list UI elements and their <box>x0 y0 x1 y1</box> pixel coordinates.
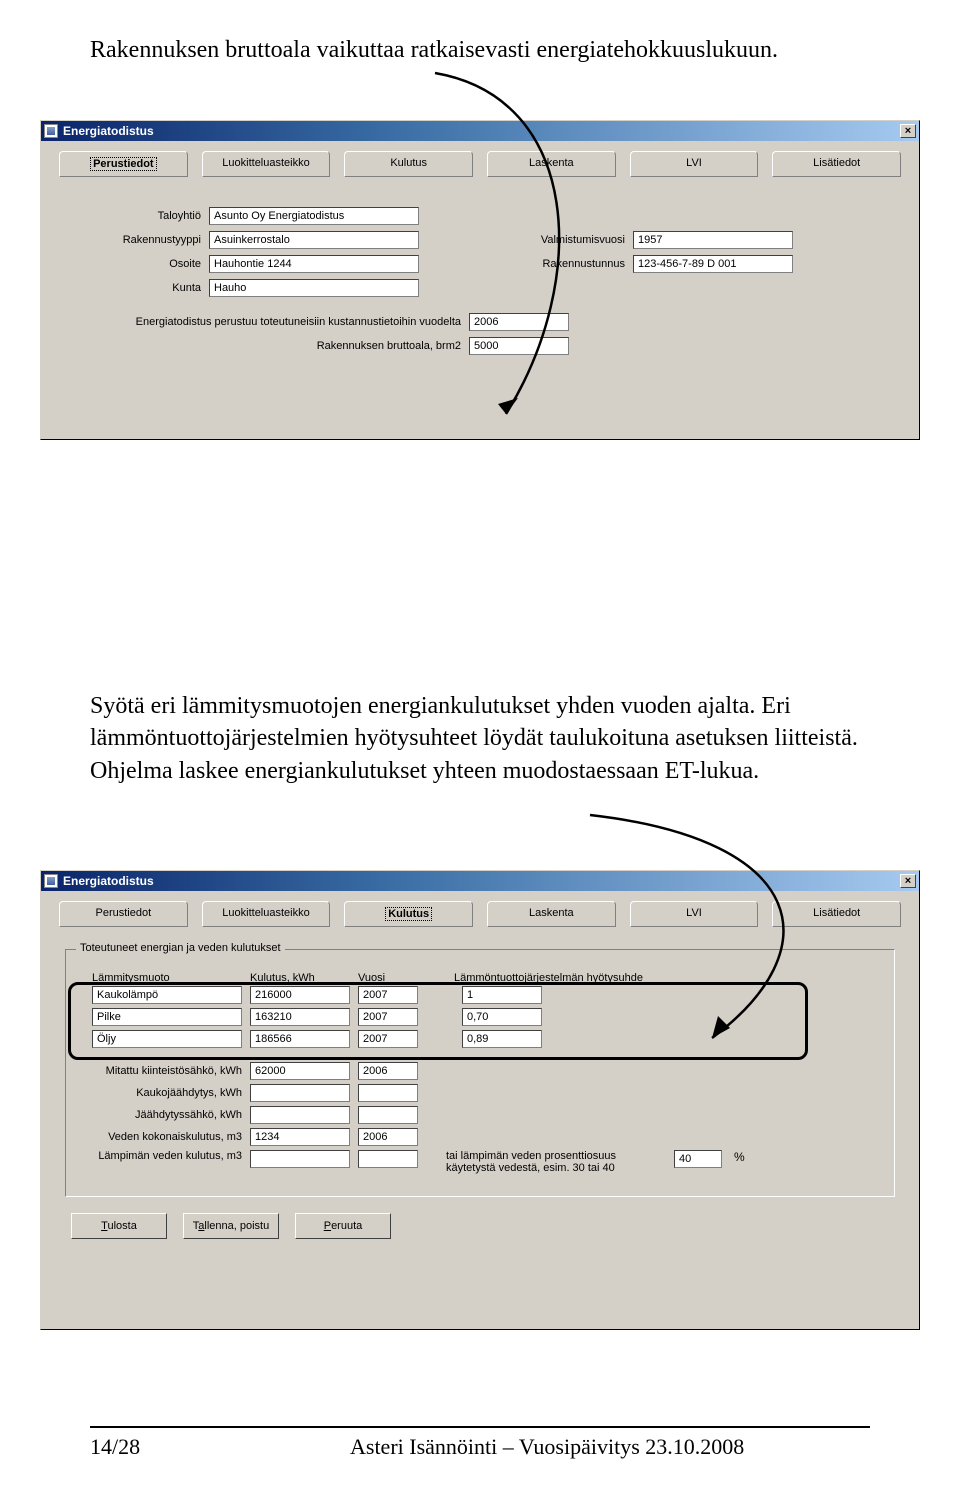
tab-luokittelu[interactable]: Luokitteluasteikko <box>202 151 331 177</box>
intro-text-2: Syötä eri lämmitysmuotojen energiankulut… <box>90 690 870 787</box>
input-lampimavesi-vuosi[interactable] <box>358 1150 418 1168</box>
label-perustuu: Energiatodistus perustuu toteutuneisiin … <box>81 316 461 328</box>
header-kulutus: Kulutus, kWh <box>250 972 350 984</box>
footer-text: Asteri Isännöinti – Vuosipäivitys 23.10.… <box>350 1434 870 1460</box>
input-heating-muoto[interactable]: Pilke <box>92 1008 242 1026</box>
input-heating-kulutus[interactable]: 186566 <box>250 1030 350 1048</box>
input-kiinteistosahko[interactable]: 62000 <box>250 1062 350 1080</box>
group-kulutukset: Toteutuneet energian ja veden kulutukset… <box>65 949 895 1197</box>
input-heating-suhde[interactable]: 0,89 <box>462 1030 542 1048</box>
input-rakennustyyppi[interactable]: Asuinkerrostalo <box>209 231 419 249</box>
tab-laskenta[interactable]: Laskenta <box>487 901 616 927</box>
label-lampimavesi-desc: tai lämpimän veden prosenttiosuus käytet… <box>446 1150 666 1174</box>
input-lampimavesi-pct[interactable]: 40 <box>674 1150 722 1168</box>
intro-text-1: Rakennuksen bruttoala vaikuttaa ratkaise… <box>90 34 870 66</box>
heating-row: Öljy 186566 2007 0,89 <box>92 1030 876 1048</box>
input-valmistumisvuosi[interactable]: 1957 <box>633 231 793 249</box>
window-title-2: Energiatodistus <box>63 874 900 888</box>
input-heating-muoto[interactable]: Kaukolämpö <box>92 986 242 1004</box>
tabs-1: Perustiedot Luokitteluasteikko Kulutus L… <box>59 151 901 177</box>
tab-laskenta[interactable]: Laskenta <box>487 151 616 177</box>
button-tulosta[interactable]: Tulosta <box>71 1213 167 1239</box>
tab-lvi[interactable]: LVI <box>630 151 759 177</box>
input-perustuu-vuosi[interactable]: 2006 <box>469 313 569 331</box>
input-heating-vuosi[interactable]: 2007 <box>358 986 418 1004</box>
input-heating-vuosi[interactable]: 2007 <box>358 1030 418 1048</box>
sys-icon <box>44 874 58 888</box>
input-vesikulutus-vuosi[interactable]: 2006 <box>358 1128 418 1146</box>
label-taloyhtio: Taloyhtiö <box>81 210 201 222</box>
tab-kulutus[interactable]: Kulutus <box>344 151 473 177</box>
label-pct-unit: % <box>734 1150 745 1164</box>
input-heating-suhde[interactable]: 1 <box>462 986 542 1004</box>
label-jaahdytyssahko: Jäähdytyssähkö, kWh <box>92 1109 242 1121</box>
input-heating-suhde[interactable]: 0,70 <box>462 1008 542 1026</box>
tab-lvi[interactable]: LVI <box>630 901 759 927</box>
header-vuosi: Vuosi <box>358 972 418 984</box>
label-bruttoala: Rakennuksen bruttoala, brm2 <box>81 340 461 352</box>
label-kaukojaahdytys: Kaukojäähdytys, kWh <box>92 1087 242 1099</box>
input-osoite[interactable]: Hauhontie 1244 <box>209 255 419 273</box>
input-jaahdytyssahko[interactable] <box>250 1106 350 1124</box>
close-icon[interactable]: × <box>900 124 916 138</box>
titlebar-2: Energiatodistus × <box>41 871 919 891</box>
label-kiinteistosahko: Mitattu kiinteistösähkö, kWh <box>92 1065 242 1077</box>
input-heating-vuosi[interactable]: 2007 <box>358 1008 418 1026</box>
sys-icon <box>44 124 58 138</box>
input-heating-kulutus[interactable]: 163210 <box>250 1008 350 1026</box>
input-bruttoala[interactable]: 5000 <box>469 337 569 355</box>
label-lampimavesi: Lämpimän veden kulutus, m3 <box>92 1150 242 1162</box>
input-rakennustunnus[interactable]: 123-456-7-89 D 001 <box>633 255 793 273</box>
input-kunta[interactable]: Hauho <box>209 279 419 297</box>
label-rakennustyyppi: Rakennustyyppi <box>81 234 201 246</box>
titlebar-1: Energiatodistus × <box>41 121 919 141</box>
tab-luokittelu[interactable]: Luokitteluasteikko <box>202 901 331 927</box>
label-kunta: Kunta <box>81 282 201 294</box>
input-jaahdytyssahko-vuosi[interactable] <box>358 1106 418 1124</box>
heating-row: Kaukolämpö 216000 2007 1 <box>92 986 876 1004</box>
grid-header: Lämmitysmuoto Kulutus, kWh Vuosi Lämmönt… <box>92 972 876 984</box>
button-row: Tulosta Tallenna, poistu Peruuta <box>71 1213 909 1239</box>
tab-kulutus[interactable]: Kulutus <box>344 901 473 927</box>
page-footer: 14/28 Asteri Isännöinti – Vuosipäivitys … <box>90 1426 870 1460</box>
input-kaukojaahdytys-vuosi[interactable] <box>358 1084 418 1102</box>
label-osoite: Osoite <box>81 258 201 270</box>
input-kaukojaahdytys[interactable] <box>250 1084 350 1102</box>
footer-pagenum: 14/28 <box>90 1434 210 1460</box>
heating-row: Pilke 163210 2007 0,70 <box>92 1008 876 1026</box>
input-vesikulutus[interactable]: 1234 <box>250 1128 350 1146</box>
window-kulutus: Energiatodistus × Perustiedot Luokittelu… <box>40 870 920 1330</box>
input-taloyhtio[interactable]: Asunto Oy Energiatodistus <box>209 207 419 225</box>
input-lampimavesi[interactable] <box>250 1150 350 1168</box>
tab-perustiedot[interactable]: Perustiedot <box>59 151 188 177</box>
window-title-1: Energiatodistus <box>63 124 900 138</box>
label-valmistumisvuosi: Valmistumisvuosi <box>495 234 625 246</box>
tab-lisatiedot[interactable]: Lisätiedot <box>772 901 901 927</box>
tab-perustiedot[interactable]: Perustiedot <box>59 901 188 927</box>
window-perustiedot: Energiatodistus × Perustiedot Luokittelu… <box>40 120 920 440</box>
button-tallenna[interactable]: Tallenna, poistu <box>183 1213 279 1239</box>
label-vesikulutus: Veden kokonaiskulutus, m3 <box>92 1131 242 1143</box>
group-legend: Toteutuneet energian ja veden kulutukset <box>76 942 285 954</box>
header-muoto: Lämmitysmuoto <box>92 972 242 984</box>
input-kiinteistosahko-vuosi[interactable]: 2006 <box>358 1062 418 1080</box>
tabs-2: Perustiedot Luokitteluasteikko Kulutus L… <box>59 901 901 927</box>
label-rakennustunnus: Rakennustunnus <box>495 258 625 270</box>
header-suhde: Lämmöntuottojärjestelmän hyötysuhde <box>454 972 694 984</box>
button-peruuta[interactable]: Peruuta <box>295 1213 391 1239</box>
close-icon[interactable]: × <box>900 874 916 888</box>
input-heating-kulutus[interactable]: 216000 <box>250 986 350 1004</box>
tab-lisatiedot[interactable]: Lisätiedot <box>772 151 901 177</box>
input-heating-muoto[interactable]: Öljy <box>92 1030 242 1048</box>
